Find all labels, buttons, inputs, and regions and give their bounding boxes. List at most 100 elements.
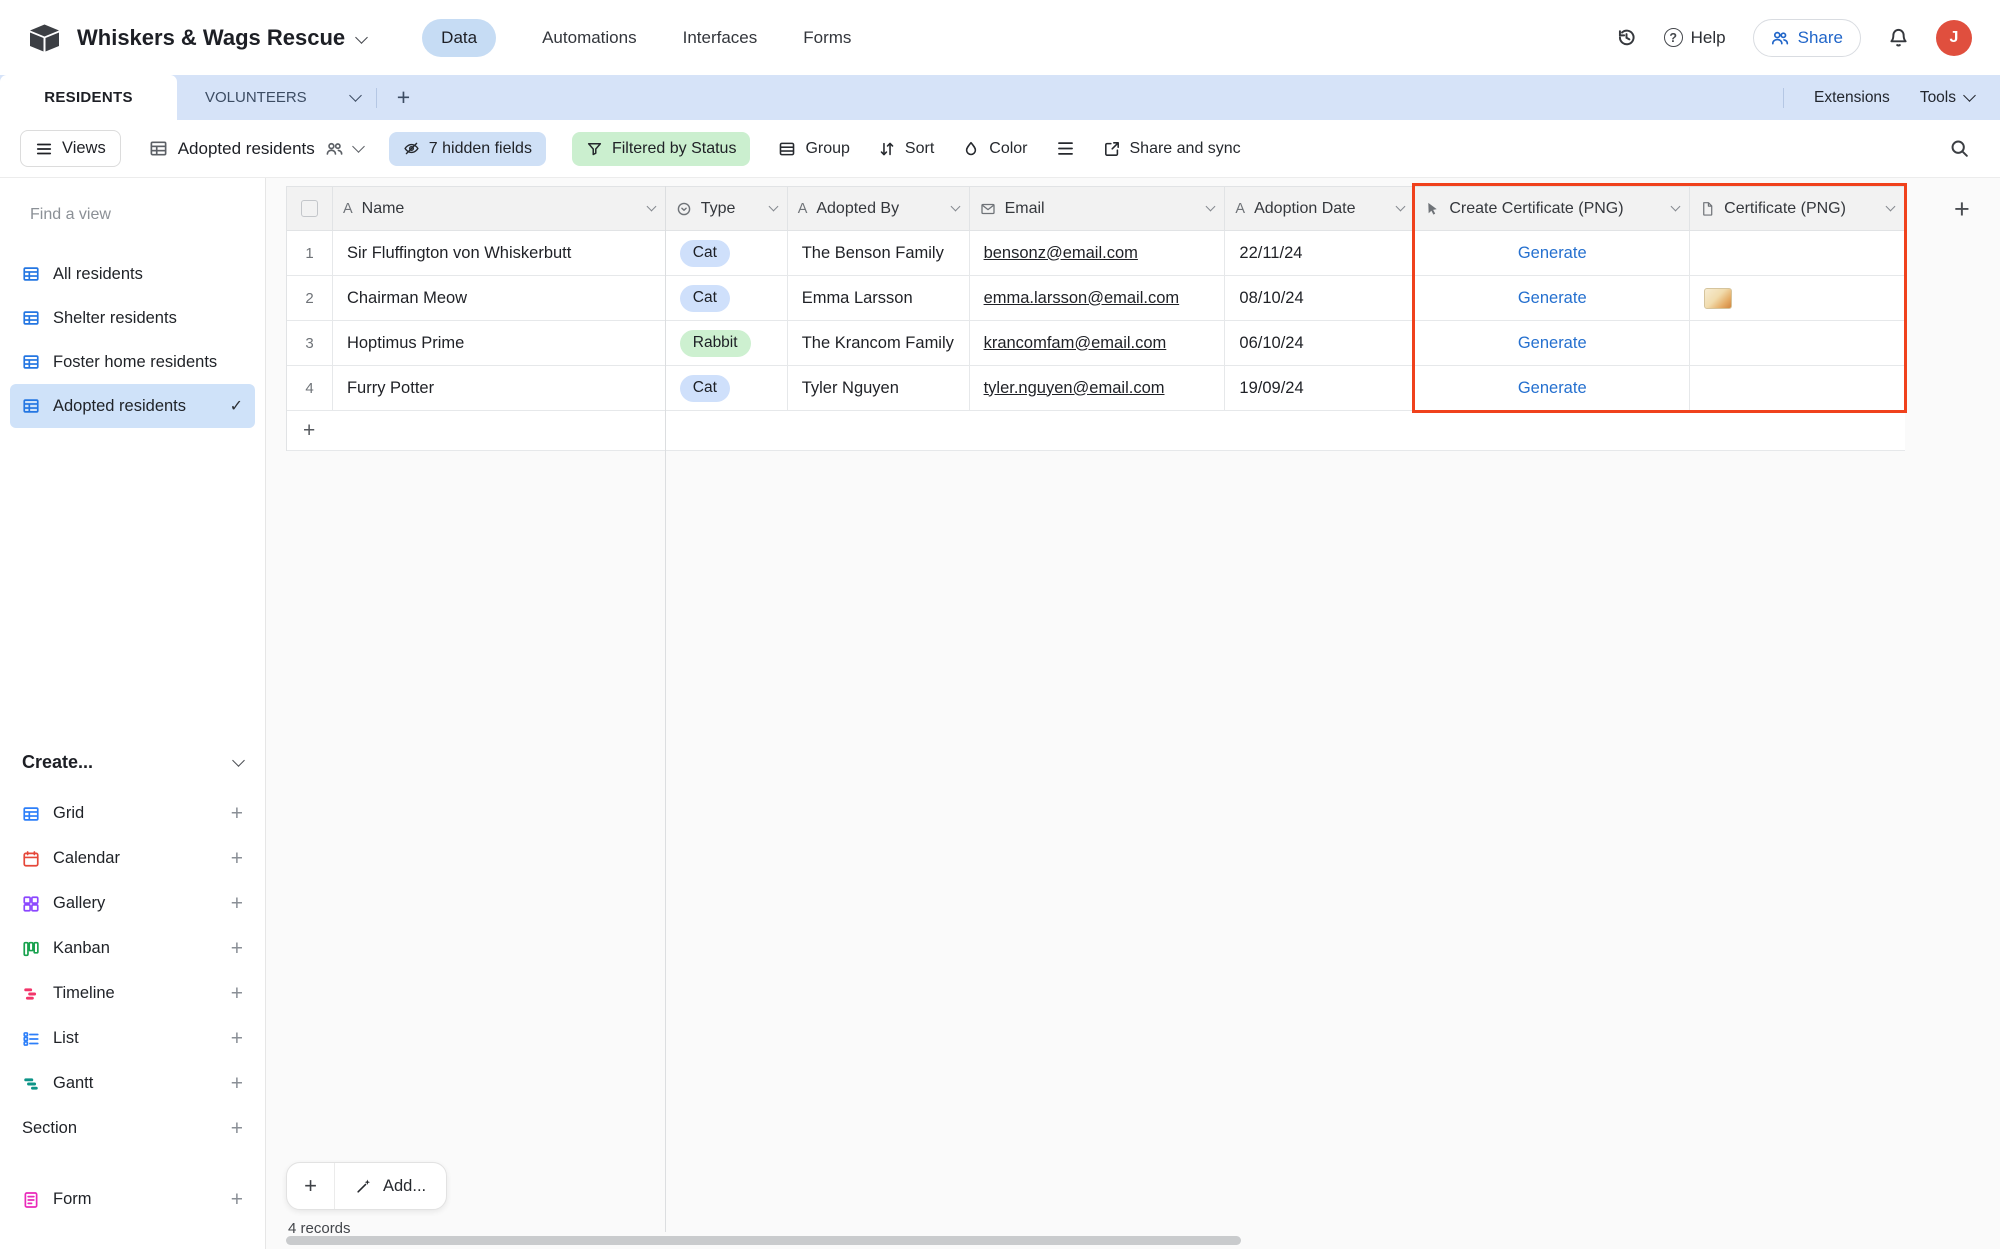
cell-email[interactable]: krancomfam@email.com	[969, 321, 1226, 366]
chevron-down-icon[interactable]	[646, 201, 657, 212]
chevron-down-icon[interactable]	[768, 201, 779, 212]
filter-button[interactable]: Filtered by Status	[571, 131, 751, 166]
hidden-fields-button[interactable]: 7 hidden fields	[388, 131, 546, 166]
cell-type[interactable]: Rabbit	[665, 321, 788, 366]
nav-tab-automations[interactable]: Automations	[542, 28, 637, 48]
select-all-checkbox[interactable]	[300, 200, 318, 217]
current-view[interactable]: Adopted residents	[149, 139, 365, 159]
column-header-certificate[interactable]: Certificate (PNG)	[1690, 187, 1906, 231]
add-icon[interactable]: +	[231, 1072, 243, 1096]
nav-tab-interfaces[interactable]: Interfaces	[683, 28, 758, 48]
cell-email[interactable]: bensonz@email.com	[969, 231, 1226, 276]
view-item-adopted-residents[interactable]: Adopted residents ✓	[10, 384, 255, 428]
notifications-bell-icon[interactable]	[1888, 27, 1909, 48]
cell-email[interactable]: tyler.nguyen@email.com	[969, 366, 1226, 411]
chevron-down-icon[interactable]	[1205, 201, 1216, 212]
row-height-button[interactable]	[1056, 139, 1075, 158]
cell-adoption-date[interactable]: 06/10/24	[1225, 321, 1416, 366]
create-gantt[interactable]: Gantt +	[10, 1061, 255, 1106]
group-button[interactable]: Group	[778, 140, 850, 158]
row-number[interactable]: 4	[287, 366, 333, 411]
row-number[interactable]: 3	[287, 321, 333, 366]
base-title[interactable]: Whiskers & Wags Rescue	[77, 25, 345, 51]
find-view-input[interactable]	[30, 206, 237, 224]
nav-tab-data[interactable]: Data	[422, 18, 497, 57]
help-button[interactable]: ? Help	[1663, 28, 1726, 48]
cell-certificate[interactable]	[1690, 366, 1906, 411]
cell-type[interactable]: Cat	[665, 366, 788, 411]
cell-name[interactable]: Furry Potter	[332, 366, 666, 411]
column-header-create-certificate[interactable]: Create Certificate (PNG)	[1415, 187, 1691, 231]
sort-button[interactable]: Sort	[878, 140, 934, 158]
create-timeline[interactable]: Timeline +	[10, 971, 255, 1016]
user-avatar[interactable]: J	[1936, 19, 1972, 56]
cell-certificate[interactable]	[1690, 276, 1906, 321]
view-item-all-residents[interactable]: All residents	[10, 252, 255, 296]
create-gallery[interactable]: Gallery +	[10, 881, 255, 926]
cell-type[interactable]: Cat	[665, 276, 788, 321]
view-item-foster-home-residents[interactable]: Foster home residents	[10, 340, 255, 384]
column-header-adoption-date[interactable]: A Adoption Date	[1225, 187, 1416, 231]
row-number[interactable]: 2	[287, 276, 333, 321]
row-number[interactable]: 1	[287, 231, 333, 276]
nav-tab-forms[interactable]: Forms	[803, 28, 851, 48]
table-list-chevron-icon[interactable]	[335, 75, 376, 120]
create-section-row[interactable]: Section +	[10, 1106, 255, 1151]
cell-adopted-by[interactable]: The Benson Family	[787, 231, 970, 276]
certificate-attachment-thumbnail[interactable]	[1704, 287, 1733, 309]
column-header-email[interactable]: Email	[969, 187, 1226, 231]
chevron-down-icon[interactable]	[950, 201, 961, 212]
add-row-button[interactable]: +	[287, 411, 1905, 451]
cell-adoption-date[interactable]: 19/09/24	[1225, 366, 1416, 411]
add-icon[interactable]: +	[231, 1117, 243, 1141]
add-record-plus-button[interactable]: +	[287, 1163, 335, 1209]
cell-certificate[interactable]	[1690, 231, 1906, 276]
cell-adoption-date[interactable]: 22/11/24	[1225, 231, 1416, 276]
history-icon[interactable]	[1616, 27, 1637, 48]
search-icon[interactable]	[1949, 138, 1970, 159]
generate-button[interactable]: Generate	[1415, 366, 1691, 411]
add-icon[interactable]: +	[231, 892, 243, 916]
cell-name[interactable]: Chairman Meow	[332, 276, 666, 321]
cell-adopted-by[interactable]: Tyler Nguyen	[787, 366, 970, 411]
create-form[interactable]: Form +	[10, 1177, 255, 1222]
column-header-adopted-by[interactable]: A Adopted By	[787, 187, 970, 231]
create-calendar[interactable]: Calendar +	[10, 836, 255, 881]
table-tab-volunteers[interactable]: VOLUNTEERS	[177, 75, 335, 120]
add-icon[interactable]: +	[231, 1188, 243, 1212]
view-item-shelter-residents[interactable]: Shelter residents	[10, 296, 255, 340]
cell-type[interactable]: Cat	[665, 231, 788, 276]
generate-button[interactable]: Generate	[1415, 231, 1691, 276]
column-header-name[interactable]: A Name	[332, 187, 666, 231]
add-icon[interactable]: +	[231, 937, 243, 961]
create-header[interactable]: Create...	[22, 752, 245, 773]
create-kanban[interactable]: Kanban +	[10, 926, 255, 971]
chevron-down-icon[interactable]	[1395, 201, 1406, 212]
table-tab-residents[interactable]: RESIDENTS	[0, 75, 177, 120]
cell-certificate[interactable]	[1690, 321, 1906, 366]
share-and-sync-button[interactable]: Share and sync	[1103, 140, 1241, 158]
views-button[interactable]: Views	[20, 130, 121, 167]
create-grid[interactable]: Grid +	[10, 791, 255, 836]
add-icon[interactable]: +	[231, 982, 243, 1006]
generate-button[interactable]: Generate	[1415, 321, 1691, 366]
column-header-type[interactable]: Type	[665, 187, 788, 231]
cell-adopted-by[interactable]: Emma Larsson	[787, 276, 970, 321]
cell-adoption-date[interactable]: 08/10/24	[1225, 276, 1416, 321]
cell-adopted-by[interactable]: The Krancom Family	[787, 321, 970, 366]
tools-button[interactable]: Tools	[1920, 89, 1976, 107]
add-field-button[interactable]: +	[1954, 194, 1970, 225]
share-button[interactable]: Share	[1752, 18, 1861, 57]
extensions-button[interactable]: Extensions	[1814, 89, 1890, 107]
chevron-down-icon[interactable]	[1885, 201, 1896, 212]
airtable-logo-icon[interactable]	[28, 24, 61, 52]
add-icon[interactable]: +	[231, 847, 243, 871]
add-icon[interactable]: +	[231, 802, 243, 826]
generate-button[interactable]: Generate	[1415, 276, 1691, 321]
color-button[interactable]: Color	[962, 140, 1028, 158]
base-title-chevron-icon[interactable]	[355, 29, 369, 47]
create-list[interactable]: List +	[10, 1016, 255, 1061]
cell-name[interactable]: Hoptimus Prime	[332, 321, 666, 366]
add-table-button[interactable]: +	[377, 75, 430, 120]
cell-email[interactable]: emma.larsson@email.com	[969, 276, 1226, 321]
